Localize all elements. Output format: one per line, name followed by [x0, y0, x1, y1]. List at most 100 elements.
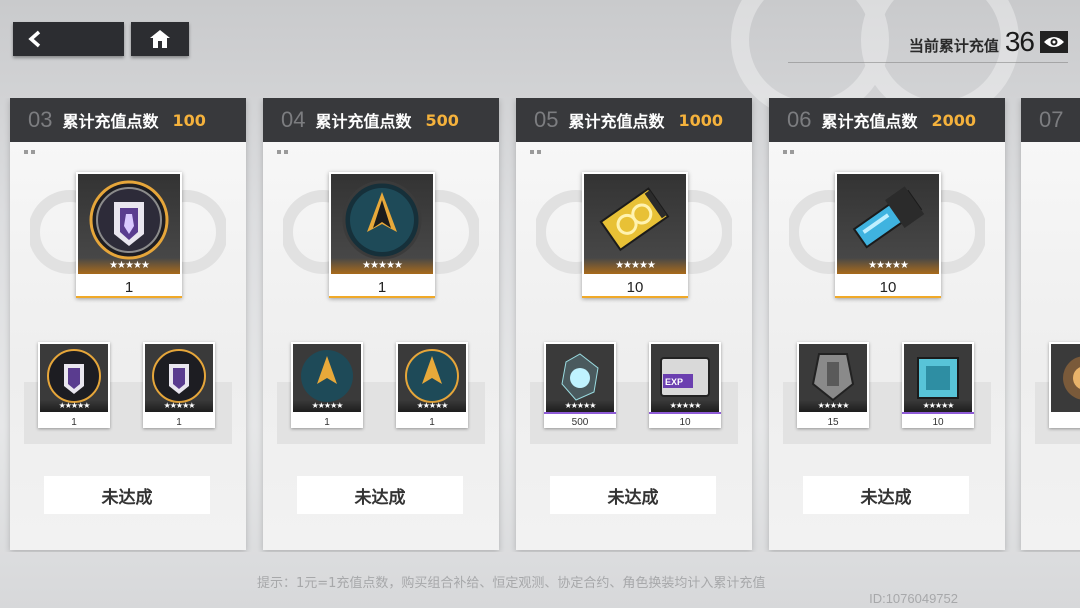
item-quantity: 1 [71, 417, 77, 428]
emblem-icon: ★★★★★ [40, 344, 108, 412]
reward-card[interactable]: 04 累计充值点数 500 ★★★★★ 1 ★★★★★ 1 ★★★★★ 1 未达… [263, 98, 499, 550]
sub-reward-item[interactable]: ★★★★★ 1 [38, 342, 110, 428]
card-points: 2000 [931, 110, 977, 130]
card-header: 07 [1021, 98, 1080, 142]
reward-card[interactable]: 03 累计充值点数 100 ★★★★★ 1 ★★★★★ 1 ★★★★★ 1 未达… [10, 98, 246, 550]
sub-reward-item[interactable]: ★★★★★ 500 [544, 342, 616, 428]
arrowhead-emblem-icon: ★★★★★ [331, 174, 433, 274]
page-dots [277, 150, 288, 154]
arrowhead-emblem-icon: ★★★★★ [398, 344, 466, 412]
card-header: 04 累计充值点数 500 [263, 98, 499, 142]
recharge-summary: 当前累计充值 36 [909, 26, 1068, 58]
reward-card[interactable]: 06 累计充值点数 2000 ★★★★★ 10 ★★★★★ 15 ★★★★★ 1… [769, 98, 1005, 550]
blue-module-icon: ★★★★★ [837, 174, 939, 274]
item-quantity: 1 [429, 417, 435, 428]
item-quantity: 1 [377, 279, 387, 296]
sub-reward-item[interactable]: ★★★★★ 1 [143, 342, 215, 428]
sub-reward-item[interactable] [1049, 342, 1080, 428]
orb-icon [1051, 344, 1080, 412]
user-id: ID:1076049752 [869, 591, 958, 606]
rarity-bar [649, 412, 721, 414]
rarity-bar [835, 296, 941, 298]
main-reward-item[interactable]: ★★★★★ 10 [835, 172, 941, 298]
sub-reward-item[interactable]: ★★★★★ 1 [291, 342, 363, 428]
armor-plate-icon: ★★★★★ [799, 344, 867, 412]
reward-card[interactable]: 05 累计充值点数 1000 ★★★★★ 10 ★★★★★ 500 EXP ★★… [516, 98, 752, 550]
rarity-stars: ★★★★★ [398, 400, 466, 412]
divider [788, 62, 1068, 63]
reward-card-list[interactable]: 03 累计充值点数 100 ★★★★★ 1 ★★★★★ 1 ★★★★★ 1 未达… [0, 98, 1080, 552]
cube-module-icon: ★★★★★ [904, 344, 972, 412]
rarity-stars: ★★★★★ [584, 258, 686, 274]
back-button[interactable] [13, 22, 124, 56]
card-index: 03 [28, 107, 53, 132]
page-dots [783, 150, 794, 154]
item-quantity: 10 [626, 279, 644, 296]
card-title: 累计充值点数 [62, 112, 159, 131]
main-reward-item[interactable]: ★★★★★ 10 [582, 172, 688, 298]
home-button[interactable] [131, 22, 189, 56]
home-icon [150, 30, 170, 48]
crystal-orb-icon: ★★★★★ [546, 344, 614, 412]
toggle-visibility-button[interactable] [1040, 31, 1068, 53]
sub-reward-item[interactable]: ★★★★★ 15 [797, 342, 869, 428]
main-reward-item[interactable]: ★★★★★ 1 [329, 172, 435, 298]
item-quantity: 15 [827, 417, 839, 428]
rarity-bar [902, 412, 974, 414]
rarity-bar [76, 296, 182, 298]
sub-reward-item[interactable]: ★★★★★ 1 [396, 342, 468, 428]
recharge-hint: 提示：1元=1充值点数，购买组合补给、恒定观测、协定合约、角色换装均计入累计充值 [257, 576, 766, 591]
main-reward-item[interactable]: ★★★★★ 1 [76, 172, 182, 298]
rarity-stars: ★★★★★ [145, 400, 213, 412]
item-quantity: 10 [932, 417, 944, 428]
emblem-icon: ★★★★★ [145, 344, 213, 412]
card-title: 累计充值点数 [568, 112, 665, 131]
card-index: 05 [534, 107, 559, 132]
item-quantity: 10 [879, 279, 897, 296]
page-dots [530, 150, 541, 154]
rarity-stars: ★★★★★ [293, 400, 361, 412]
reward-card[interactable]: 07 [1021, 98, 1080, 550]
card-index: 06 [787, 107, 812, 132]
emblem-icon: ★★★★★ [78, 174, 180, 274]
gold-ticket-icon: ★★★★★ [584, 174, 686, 274]
rarity-bar [544, 412, 616, 414]
item-quantity: 10 [679, 417, 691, 428]
rarity-stars: ★★★★★ [651, 400, 719, 412]
status-button[interactable]: 未达成 [550, 476, 716, 514]
card-title: 累计充值点数 [315, 112, 412, 131]
card-header: 03 累计充值点数 100 [10, 98, 246, 142]
sub-reward-item[interactable]: ★★★★★ 10 [902, 342, 974, 428]
card-points: 1000 [678, 110, 724, 130]
rarity-stars: ★★★★★ [837, 258, 939, 274]
item-quantity: 1 [176, 417, 182, 428]
exp-device-icon: EXP ★★★★★ [651, 344, 719, 412]
card-header: 06 累计充值点数 2000 [769, 98, 1005, 142]
rarity-stars: ★★★★★ [546, 400, 614, 412]
card-points: 100 [172, 110, 206, 130]
rarity-bar [329, 296, 435, 298]
sub-reward-item[interactable]: EXP ★★★★★ 10 [649, 342, 721, 428]
svg-text:EXP: EXP [665, 377, 683, 387]
page-dots [24, 150, 35, 154]
card-points: 500 [425, 110, 459, 130]
rarity-stars: ★★★★★ [40, 400, 108, 412]
recharge-label: 当前累计充值 [908, 36, 999, 55]
status-button[interactable]: 未达成 [297, 476, 463, 514]
rarity-stars: ★★★★★ [904, 400, 972, 412]
status-button[interactable]: 未达成 [44, 476, 210, 514]
item-quantity: 1 [124, 279, 134, 296]
card-index: 07 [1039, 107, 1064, 132]
card-header: 05 累计充值点数 1000 [516, 98, 752, 142]
arrowhead-emblem-icon: ★★★★★ [293, 344, 361, 412]
rarity-bar [582, 296, 688, 298]
rarity-stars: ★★★★★ [331, 258, 433, 274]
eye-icon [1044, 37, 1064, 47]
item-quantity: 1 [324, 417, 330, 428]
status-button[interactable]: 未达成 [803, 476, 969, 514]
rarity-stars: ★★★★★ [799, 400, 867, 412]
back-arrow-icon [28, 30, 41, 48]
item-quantity: 500 [571, 417, 589, 428]
recharge-value: 36 [1004, 26, 1035, 57]
rarity-stars: ★★★★★ [78, 258, 180, 274]
